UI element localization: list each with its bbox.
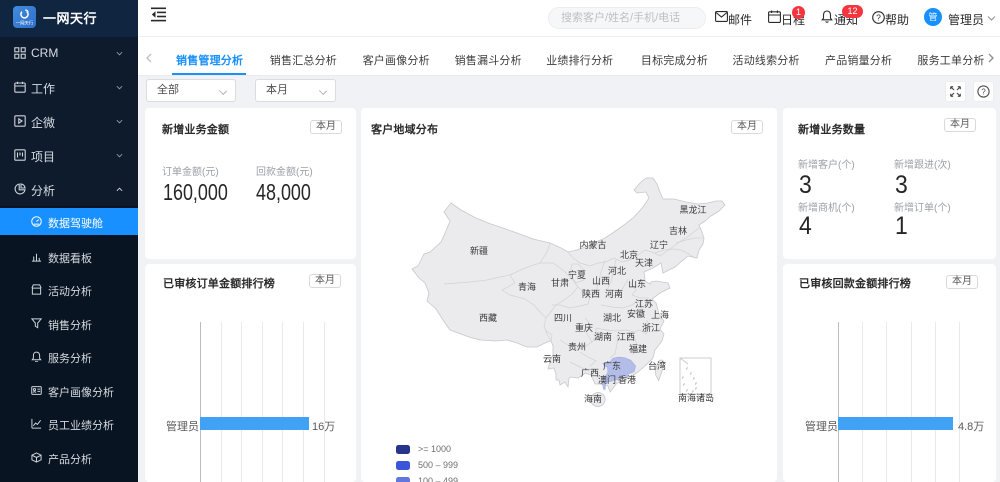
svg-text:广东: 广东: [603, 360, 621, 371]
svg-text:海南: 海南: [584, 393, 602, 404]
svg-text:青海: 青海: [518, 281, 536, 292]
svg-text:甘肃: 甘肃: [551, 277, 569, 288]
svg-text:天津: 天津: [635, 258, 653, 268]
svg-text:陕西: 陕西: [582, 288, 600, 299]
svg-text:澳门: 澳门: [598, 374, 616, 385]
svg-text:湖北: 湖北: [603, 313, 621, 323]
svg-text:内蒙古: 内蒙古: [579, 239, 606, 250]
svg-text:宁夏: 宁夏: [568, 269, 586, 280]
svg-text:江苏: 江苏: [635, 298, 653, 309]
svg-text:安徽: 安徽: [627, 308, 645, 319]
svg-text:黑龙江: 黑龙江: [679, 204, 706, 215]
svg-text:湖南: 湖南: [594, 331, 612, 342]
svg-text:河南: 河南: [605, 288, 623, 299]
svg-text:吉林: 吉林: [669, 225, 687, 236]
svg-text:广西: 广西: [581, 367, 599, 378]
svg-text:河北: 河北: [608, 265, 626, 276]
svg-text:山西: 山西: [592, 276, 610, 286]
svg-text:香港: 香港: [618, 374, 636, 385]
svg-text:浙江: 浙江: [642, 322, 660, 333]
svg-text:西藏: 西藏: [479, 312, 497, 323]
svg-text:南海诸岛: 南海诸岛: [678, 392, 714, 403]
svg-text:?: ?: [876, 13, 881, 23]
svg-text:江西: 江西: [617, 332, 635, 342]
svg-text:一网天行: 一网天行: [16, 20, 34, 27]
svg-text:?: ?: [981, 87, 986, 96]
svg-text:云南: 云南: [543, 353, 561, 364]
svg-text:福建: 福建: [629, 343, 647, 354]
svg-text:重庆: 重庆: [575, 322, 593, 333]
svg-text:贵州: 贵州: [568, 341, 586, 352]
svg-text:山东: 山东: [628, 278, 646, 289]
svg-text:上海: 上海: [651, 309, 669, 320]
svg-text:台湾: 台湾: [648, 360, 666, 371]
svg-text:辽宁: 辽宁: [650, 239, 668, 250]
svg-text:四川: 四川: [554, 313, 572, 323]
svg-text:新疆: 新疆: [470, 245, 488, 256]
